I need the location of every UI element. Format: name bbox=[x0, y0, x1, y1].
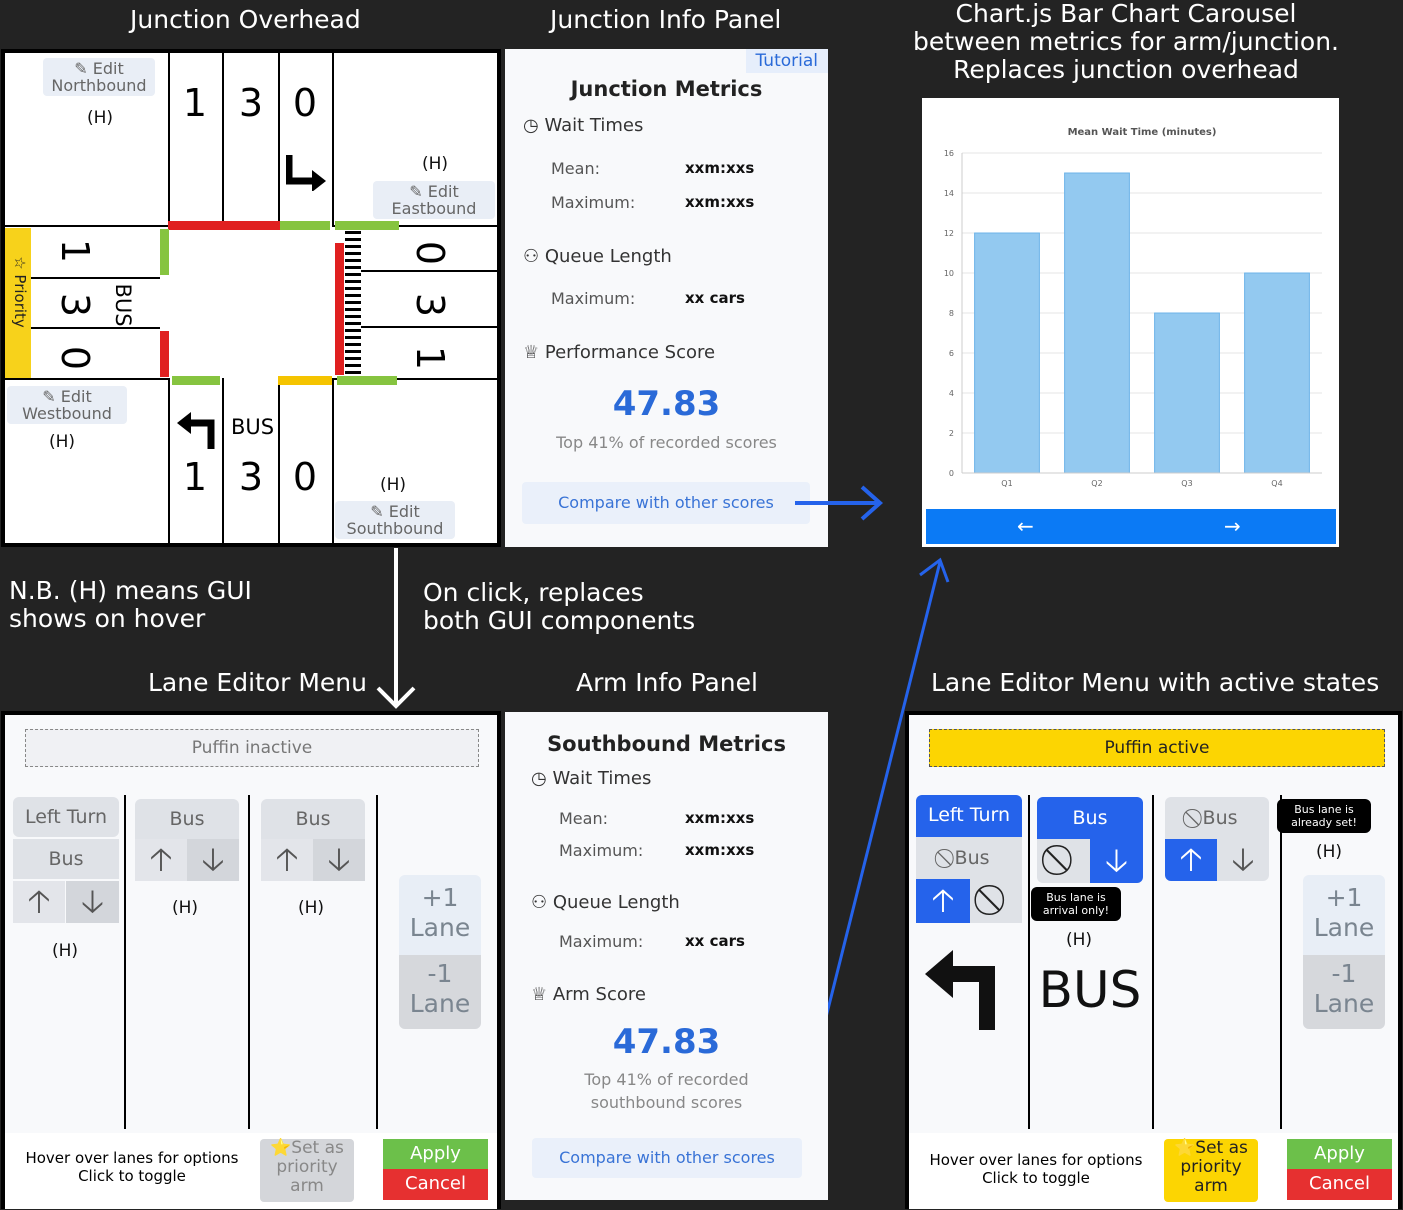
arrow-up-icon[interactable]: 🡡 bbox=[13, 881, 65, 923]
arrow-down-icon[interactable]: 🡣 bbox=[187, 839, 239, 881]
bus-option-label: Bus bbox=[954, 847, 990, 869]
bus-option[interactable]: Bus bbox=[261, 799, 365, 839]
bus-lane-marking: BUS bbox=[1038, 961, 1142, 1019]
set-priority-button[interactable]: ⭐Set as priority arm bbox=[1164, 1139, 1258, 1202]
arrow-down-icon[interactable]: 🡣 bbox=[66, 881, 119, 923]
arm-score-caption: Top 41% of recorded southbound scores bbox=[584, 1070, 749, 1112]
puffin-toggle[interactable]: Puffin active bbox=[929, 729, 1385, 767]
add-lane-button[interactable]: +1 Lane bbox=[399, 875, 481, 955]
cancel-button[interactable]: Cancel bbox=[383, 1169, 488, 1200]
mean-value: xxm:xxs bbox=[685, 809, 755, 827]
lane-editor-menu: Puffin inactive Left Turn Bus 🡡 🡣 (H) Bu… bbox=[1, 711, 501, 1209]
no-entry-icon[interactable]: ⃠ bbox=[970, 879, 1022, 923]
left-turn-option[interactable]: Left Turn bbox=[13, 797, 119, 837]
arm-score-heading: ♕ Arm Score bbox=[531, 984, 646, 1005]
cancel-button[interactable]: Cancel bbox=[1287, 1169, 1392, 1200]
arrow-up-icon[interactable]: 🡡 bbox=[135, 839, 187, 881]
set-priority-label: Set as priority arm bbox=[276, 1138, 344, 1196]
apply-button[interactable]: Apply bbox=[1287, 1139, 1392, 1169]
max-label: Maximum: bbox=[559, 841, 644, 860]
mean-label: Mean: bbox=[559, 809, 608, 828]
lane-editor-menu-active: Puffin active Left Turn ⃠ Bus 🡡 ⃠ Bus ⃠ … bbox=[905, 711, 1402, 1209]
lane-divider bbox=[1280, 795, 1282, 1129]
arrow-up-icon[interactable]: 🡡 bbox=[916, 879, 970, 923]
apply-button[interactable]: Apply bbox=[383, 1139, 488, 1169]
left-turn-option[interactable]: Left Turn bbox=[916, 795, 1022, 837]
arm-info-panel: Southbound Metrics ◷ Wait Times Mean: xx… bbox=[505, 712, 828, 1200]
lane-divider bbox=[124, 795, 126, 1129]
bus-arrival-tooltip: Bus lane is arrival only! bbox=[1031, 887, 1121, 921]
max-value: xxm:xxs bbox=[685, 841, 755, 859]
queue-length-heading: ⚇ Queue Length bbox=[531, 892, 680, 913]
hover-mark: (H) bbox=[171, 898, 199, 918]
compare-scores-button[interactable]: Compare with other scores bbox=[532, 1138, 802, 1178]
set-priority-label: Set as priority arm bbox=[1180, 1138, 1248, 1196]
left-turn-arrow-icon bbox=[925, 950, 995, 1030]
remove-lane-button[interactable]: -1 Lane bbox=[399, 955, 481, 1029]
wait-times-label: Wait Times bbox=[552, 768, 652, 789]
add-lane-button[interactable]: +1 Lane bbox=[1303, 875, 1385, 955]
arm-score-value: 47.83 bbox=[612, 1022, 721, 1062]
lane-divider bbox=[1152, 795, 1154, 1129]
bus-option-label: Bus bbox=[1202, 807, 1238, 829]
arrow-down-icon[interactable]: 🡣 bbox=[313, 839, 365, 881]
bus-option-disabled[interactable]: ⃠ Bus bbox=[1165, 797, 1269, 839]
bus-set-tooltip: Bus lane is already set! bbox=[1277, 799, 1371, 833]
hover-mark: (H) bbox=[1065, 930, 1093, 950]
queue-max-label: Maximum: bbox=[559, 932, 644, 951]
bus-option[interactable]: Bus bbox=[1037, 797, 1143, 839]
hover-mark: (H) bbox=[297, 898, 325, 918]
editor-hint: Hover over lanes for options Click to to… bbox=[929, 1151, 1143, 1187]
wait-times-heading: ◷ Wait Times bbox=[531, 768, 652, 789]
arrow-down-icon[interactable]: 🡣 bbox=[1090, 839, 1143, 883]
queue-max-value: xx cars bbox=[685, 932, 745, 950]
lane-divider bbox=[376, 795, 378, 1129]
lane-divider bbox=[248, 795, 250, 1129]
hover-mark: (H) bbox=[51, 941, 79, 961]
arrow-up-icon[interactable]: 🡡 bbox=[1165, 839, 1217, 881]
bus-option[interactable]: Bus bbox=[13, 839, 119, 879]
no-entry-icon[interactable]: ⃠ bbox=[1037, 839, 1090, 883]
editor-hint: Hover over lanes for options Click to to… bbox=[25, 1149, 239, 1185]
queue-length-label: Queue Length bbox=[552, 892, 680, 913]
bus-option-disabled[interactable]: ⃠ Bus bbox=[916, 837, 1022, 879]
hover-mark: (H) bbox=[1315, 842, 1343, 862]
remove-lane-button[interactable]: -1 Lane bbox=[1303, 955, 1385, 1029]
arrow-up-icon[interactable]: 🡡 bbox=[261, 839, 313, 881]
southbound-metrics-heading: Southbound Metrics bbox=[547, 732, 786, 756]
arm-score-label: Arm Score bbox=[552, 984, 646, 1005]
lane-divider bbox=[1028, 795, 1030, 1129]
puffin-toggle[interactable]: Puffin inactive bbox=[25, 729, 479, 767]
set-priority-button[interactable]: ⭐Set as priority arm bbox=[260, 1139, 354, 1202]
bus-option[interactable]: Bus bbox=[135, 799, 239, 839]
arrow-down-icon[interactable]: 🡣 bbox=[1217, 839, 1269, 881]
